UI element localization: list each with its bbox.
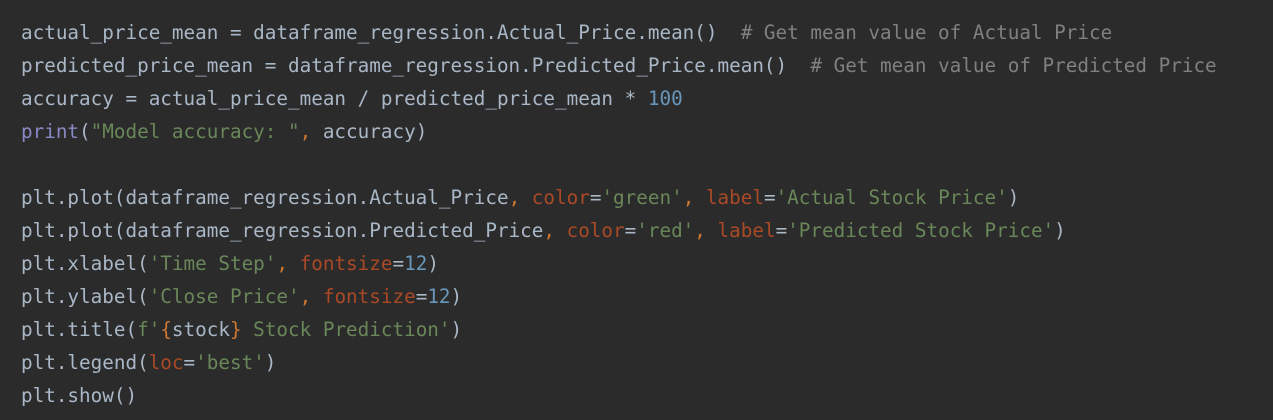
code-token-param: fontsize (299, 252, 393, 275)
code-editor[interactable]: actual_price_mean = dataframe_regression… (0, 0, 1273, 420)
code-token-plain: = (392, 252, 405, 275)
code-line[interactable]: plt.xlabel('Time Step', fontsize=12) (21, 247, 1273, 280)
code-line[interactable]: plt.plot(dataframe_regression.Actual_Pri… (21, 181, 1273, 214)
code-token-plain: accuracy = actual_price_mean / predicted… (21, 87, 648, 110)
code-token-number: 100 (647, 87, 683, 110)
code-token-plain: = (589, 186, 602, 209)
code-line-empty[interactable] (21, 148, 1273, 181)
code-token-param: label (717, 219, 776, 242)
code-token-param: fontsize (322, 285, 416, 308)
code-token-string: 'best' (195, 351, 265, 374)
code-token-plain: = (183, 351, 196, 374)
code-line[interactable]: plt.plot(dataframe_regression.Predicted_… (21, 214, 1273, 247)
code-token-plain: plt.plot(dataframe_regression.Predicted_… (21, 219, 544, 242)
code-token-number: 12 (404, 252, 428, 275)
code-token-plain: plt.legend( (21, 351, 149, 374)
code-token-string: 'Close Price' (148, 285, 300, 308)
code-token-param: loc (148, 351, 184, 374)
code-token-plain: ) (450, 285, 463, 308)
code-token-comma: , (694, 219, 718, 242)
code-token-plain: ) (1007, 186, 1020, 209)
code-token-builtin: print (21, 120, 80, 143)
code-line[interactable]: predicted_price_mean = dataframe_regress… (21, 49, 1273, 82)
code-token-comma: , (543, 219, 567, 242)
code-token-plain: plt.show() (21, 384, 138, 407)
code-token-plain: = (624, 219, 637, 242)
code-line[interactable]: plt.title(f'{stock} Stock Prediction') (21, 313, 1273, 346)
code-line[interactable]: actual_price_mean = dataframe_regression… (21, 16, 1273, 49)
code-line[interactable]: plt.legend(loc='best') (21, 346, 1273, 379)
code-token-plain: ) (1054, 219, 1066, 242)
code-token-param: color (566, 219, 625, 242)
code-token-fbrace: { (160, 318, 172, 341)
code-token-string: 'Time Step' (148, 252, 277, 275)
code-token-plain: ) (450, 318, 463, 341)
code-token-number: 12 (427, 285, 451, 308)
code-token-plain: = (775, 219, 788, 242)
code-token-comma: , (276, 252, 300, 275)
code-token-plain: accuracy) (322, 120, 428, 143)
code-line[interactable]: plt.ylabel('Close Price', fontsize=12) (21, 280, 1273, 313)
code-token-param: label (705, 186, 764, 209)
code-token-comma: , (682, 186, 706, 209)
code-line[interactable]: plt.show() (21, 379, 1273, 412)
code-token-comma: , (299, 285, 323, 308)
code-token-string: 'Actual Stock Price' (775, 186, 1008, 209)
code-token-plain: stock (171, 318, 230, 341)
code-token-string: "Model accuracy: " (90, 120, 300, 143)
code-token-comment: # Get mean value of Actual Price (740, 21, 1113, 44)
code-token-comment: # Get mean value of Predicted Price (810, 54, 1217, 77)
code-token-plain: ) (427, 252, 439, 275)
code-token-plain: ( (79, 120, 91, 143)
code-body[interactable]: actual_price_mean = dataframe_regression… (21, 16, 1273, 412)
code-token-string: f' (137, 318, 161, 341)
code-token-string: Stock Prediction' (241, 318, 451, 341)
code-token-comma: , (299, 120, 323, 143)
code-token-plain: = (763, 186, 776, 209)
code-line[interactable]: accuracy = actual_price_mean / predicted… (21, 82, 1273, 115)
code-token-string: 'green' (601, 186, 683, 209)
code-token-param: color (531, 186, 590, 209)
code-token-plain: ) (264, 351, 277, 374)
code-token-plain: plt.plot(dataframe_regression.Actual_Pri… (21, 186, 509, 209)
code-token-plain: = (415, 285, 428, 308)
code-token-plain: predicted_price_mean = dataframe_regress… (21, 54, 811, 77)
code-token-fbrace: } (229, 318, 242, 341)
code-token-plain: plt.title( (21, 318, 138, 341)
code-token-string: 'red' (636, 219, 695, 242)
code-line[interactable]: print("Model accuracy: ", accuracy) (21, 115, 1273, 148)
code-token-plain: plt.xlabel( (21, 252, 149, 275)
code-token-comma: , (508, 186, 532, 209)
code-token-plain: plt.ylabel( (21, 285, 149, 308)
code-token-string: 'Predicted Stock Price' (787, 219, 1055, 242)
code-token-plain: actual_price_mean = dataframe_regression… (21, 21, 741, 44)
